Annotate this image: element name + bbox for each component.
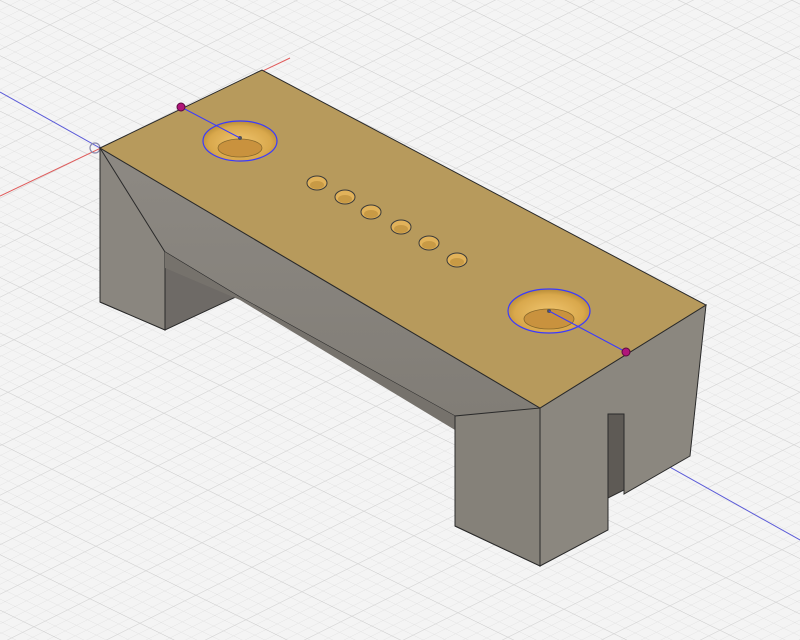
sketch-endpoint-left[interactable] xyxy=(176,102,186,112)
small-hole[interactable] xyxy=(418,235,440,251)
viewport-canvas[interactable] xyxy=(0,0,800,640)
small-hole[interactable] xyxy=(306,175,328,191)
small-hole[interactable] xyxy=(360,204,382,220)
3d-viewport[interactable] xyxy=(0,0,800,640)
countersink-hole-left[interactable] xyxy=(202,120,278,162)
end-slot xyxy=(607,413,625,499)
small-hole[interactable] xyxy=(390,219,412,235)
small-hole[interactable] xyxy=(446,252,468,268)
small-hole[interactable] xyxy=(334,189,356,205)
sketch-endpoint-right[interactable] xyxy=(621,347,631,357)
